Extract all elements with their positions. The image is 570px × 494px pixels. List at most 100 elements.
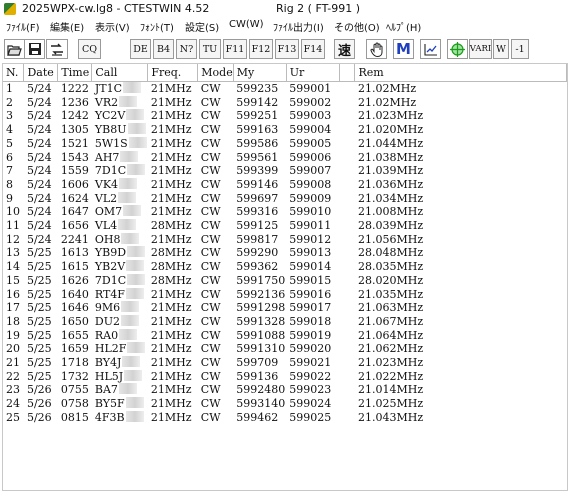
rem-value: 21.038MHz	[357, 150, 424, 164]
menu-view[interactable]: 表示(V)	[95, 19, 130, 34]
table-row[interactable]: 15 5/25 1626 7D1C 28MHz CW 5991750 599015 28.020…	[3, 273, 567, 288]
query-button[interactable]: N?	[176, 39, 197, 59]
cell-time: 1732	[58, 370, 92, 384]
ur-value: 599013	[289, 246, 332, 260]
menu-file[interactable]: ﾌｧｲﾙ(F)	[6, 19, 40, 34]
table-row[interactable]: 19 5/25 1655 RA0 21MHz CW 5991088 599019 21.064M…	[3, 328, 567, 343]
cell-rem: 21.056MHz	[355, 233, 567, 247]
cell-call: VR2	[92, 95, 148, 110]
graph-icon[interactable]	[420, 39, 441, 59]
col-freq[interactable]: Freq.	[147, 64, 199, 82]
col-mode[interactable]: Mode	[197, 64, 234, 82]
menu-font[interactable]: ﾌｫﾝﾄ(T)	[140, 19, 174, 34]
f13-button[interactable]: F13	[275, 39, 299, 59]
ur-value: 599019	[289, 328, 332, 342]
cell-ur: 599022	[286, 370, 339, 384]
M-letter-icon[interactable]: M	[393, 39, 414, 59]
vari-button[interactable]: VARI	[469, 39, 492, 59]
menu-settings[interactable]: 設定(S)	[185, 19, 219, 34]
cell-gap	[339, 96, 355, 110]
table-row[interactable]: 11 5/24 1656 VL4 28MHz CW 599125 599011 28.039MH…	[3, 219, 567, 233]
freq-value: 21MHz	[150, 177, 192, 191]
col-blank[interactable]	[339, 64, 356, 82]
table-row[interactable]: 14 5/25 1615 YB2V 28MHz CW 599362 599014 28.035M…	[3, 260, 567, 274]
table-row[interactable]: 13 5/25 1613 YB9D 28MHz CW 599290 599013 28.048M…	[3, 246, 567, 260]
col-number[interactable]: N.	[3, 64, 25, 82]
date-value: 5/25	[26, 273, 52, 287]
minus-one-button[interactable]: -1	[511, 39, 529, 59]
cq-button[interactable]: CQ	[78, 39, 101, 59]
cell-gap	[339, 109, 355, 123]
table-row[interactable]: 21 5/25 1718 BY4J 21MHz CW 599709 599021 21.023M…	[3, 356, 567, 370]
table-row[interactable]: 17 5/25 1646 9M6 21MHz CW 5991298 599017 21.063M…	[3, 301, 567, 315]
hand-icon[interactable]	[366, 39, 387, 59]
table-row[interactable]: 12 5/24 2241 OH8 21MHz CW 599817 599012 21.056MH…	[3, 232, 567, 247]
table-row[interactable]: 25 5/26 0815 4F3B 21MHz CW 599462 599025 21.043M…	[3, 410, 567, 425]
date-value: 5/24	[26, 219, 52, 233]
col-rem[interactable]: Rem	[354, 64, 567, 82]
table-row[interactable]: 6 5/24 1543 AH7 21MHz CW 599561 599006 21.038MHz	[3, 150, 567, 165]
cell-n: 6	[3, 151, 24, 165]
table-row[interactable]: 10 5/24 1647 OM7 21MHz CW 599316 599010 21.008MH…	[3, 205, 567, 219]
tu-button[interactable]: TU	[199, 39, 221, 59]
cell-n: 12	[3, 233, 24, 247]
menu-file-output[interactable]: ﾌｧｲﾙ出力(I)	[273, 19, 324, 34]
col-ur[interactable]: Ur	[286, 64, 340, 82]
cell-n: 13	[3, 246, 24, 260]
table-row[interactable]: 7 5/24 1559 7D1C 21MHz CW 599399 599007 21.039MH…	[3, 164, 567, 178]
cell-call: JT1C	[92, 82, 148, 96]
cell-ur: 599003	[286, 109, 339, 123]
n-value: 15	[6, 273, 20, 287]
cell-mode: CW	[198, 370, 233, 384]
f12-button[interactable]: F12	[249, 39, 273, 59]
cell-gap	[339, 329, 355, 343]
date-value: 5/24	[26, 109, 52, 123]
log-grid[interactable]: N. Date Time Call Freq. Mode My Ur Rem 1…	[2, 63, 568, 491]
time-value: 0758	[60, 397, 89, 411]
rem-value: 21.020MHz	[357, 123, 424, 137]
table-row[interactable]: 3 5/24 1242 YC2V 21MHz CW 599251 599003 21.023MH…	[3, 109, 567, 123]
menu-edit[interactable]: 編集(E)	[50, 19, 84, 34]
menu-help[interactable]: ﾍﾙﾌﾟ(H)	[386, 19, 421, 34]
w-button[interactable]: W	[493, 39, 509, 59]
cell-rem: 21.043MHz	[355, 411, 567, 425]
table-row[interactable]: 24 5/26 0758 BY5F 21MHz CW 5993140 599024 21.025…	[3, 397, 567, 411]
audio-switch-icon[interactable]	[46, 39, 68, 59]
table-row[interactable]: 5 5/24 1521 5W1S 21MHz CW 599586 599005 21.044MH…	[3, 136, 567, 151]
table-row[interactable]: 22 5/25 1732 HL5J 21MHz CW 599136 599022 21.022M…	[3, 369, 567, 384]
table-row[interactable]: 1 5/24 1222 JT1C 21MHz CW 599235 599001 21.02MHz	[3, 82, 567, 96]
table-row[interactable]: 18 5/25 1650 DU2 21MHz CW 5991328 599018 21.067M…	[3, 314, 567, 329]
globe-icon[interactable]	[447, 39, 468, 59]
table-row[interactable]: 9 5/24 1624 VL2 21MHz CW 599697 599009 21.034MHz	[3, 191, 567, 206]
cell-call: 7D1C	[92, 164, 148, 178]
f11-button[interactable]: F11	[223, 39, 247, 59]
menu-cw[interactable]: CW(W)	[229, 19, 264, 30]
col-call[interactable]: Call	[91, 64, 149, 82]
cell-rem: 21.035MHz	[355, 288, 567, 302]
table-row[interactable]: 23 5/26 0755 BA7 21MHz CW 5992480 599023 21.014M…	[3, 383, 567, 397]
cell-time: 1626	[58, 274, 92, 288]
table-row[interactable]: 4 5/24 1305 YB8U 21MHz CW 599163 599004 21.020MH…	[3, 123, 567, 137]
cell-freq: 21MHz	[148, 123, 198, 137]
col-date[interactable]: Date	[23, 64, 59, 82]
de-button[interactable]: DE	[130, 39, 151, 59]
table-row[interactable]: 8 5/24 1606 VK4 21MHz CW 599146 599008 21.036MHz	[3, 177, 567, 192]
title-bar: 2025WPX-cw.lg8 - CTESTWIN 4.52 Rig 2 ( F…	[0, 0, 570, 18]
save-disk-icon[interactable]	[24, 39, 45, 59]
table-row[interactable]: 16 5/25 1640 RT4F 21MHz CW 5992136 599016 21.035…	[3, 287, 567, 302]
col-time[interactable]: Time	[57, 64, 93, 82]
cell-rem: 21.039MHz	[355, 164, 567, 178]
cell-date: 5/25	[24, 356, 58, 370]
speed-button[interactable]: 速	[334, 39, 355, 59]
f14-button[interactable]: F14	[301, 39, 325, 59]
menu-other[interactable]: その他(O)	[334, 19, 380, 34]
open-folder-icon[interactable]	[4, 39, 25, 59]
rem-value: 21.025MHz	[357, 397, 424, 411]
b4-button[interactable]: B4	[153, 39, 174, 59]
mode-value: CW	[200, 164, 221, 178]
mode-value: CW	[200, 95, 221, 109]
col-my[interactable]: My	[233, 64, 287, 82]
table-row[interactable]: 2 5/24 1236 VR2 21MHz CW 599142 599002 21.02MHz	[3, 95, 567, 110]
table-row[interactable]: 20 5/25 1659 HL2F 21MHz CW 5991310 599020 21.062…	[3, 342, 567, 356]
freq-value: 28MHz	[150, 246, 192, 260]
